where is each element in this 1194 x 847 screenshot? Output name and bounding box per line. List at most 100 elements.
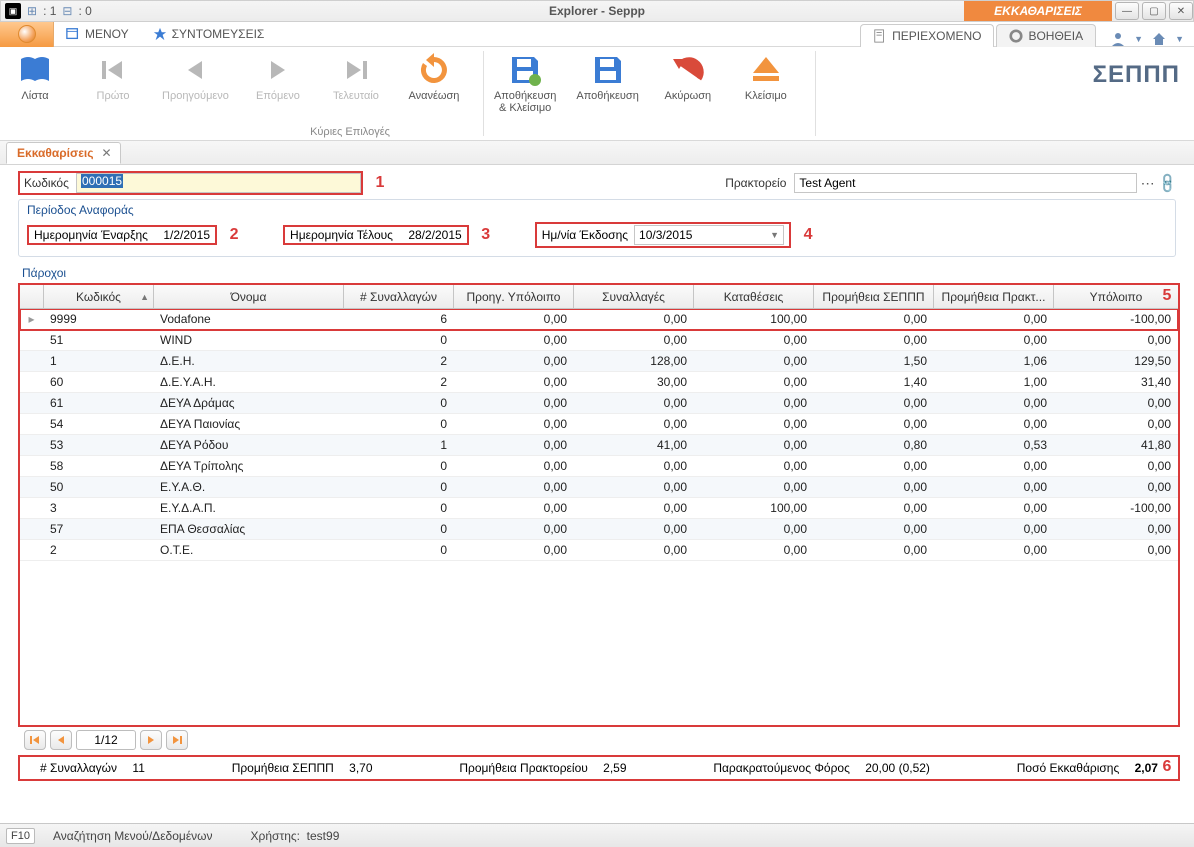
- titlebar: ▣ ⊞ : 1 ⊟ : 0 Explorer - Seppp ΕΚΚΑΘΑΡΙΣ…: [0, 0, 1194, 22]
- table-row[interactable]: 53ΔΕΥΑ Ρόδου10,0041,000,000,800,5341,80: [20, 435, 1178, 456]
- table-row[interactable]: ▸9999Vodafone60,000,00100,000,000,00-100…: [20, 309, 1178, 330]
- issue-date-input[interactable]: 10/3/2015 ▼: [634, 225, 784, 245]
- dropdown-icon[interactable]: ▼: [770, 230, 779, 240]
- grid-header-code[interactable]: Κωδικός▲: [44, 285, 154, 308]
- row-handle[interactable]: [20, 393, 44, 413]
- next-button[interactable]: Επόμενο: [249, 51, 307, 136]
- summary-total-value: 2,07: [1135, 761, 1158, 775]
- table-cell: 0,00: [934, 519, 1054, 539]
- agent-attach-icon[interactable]: 🔗: [1155, 171, 1179, 195]
- table-cell: Δ.Ε.Η.: [154, 351, 344, 371]
- home-icon[interactable]: [1151, 31, 1167, 47]
- pager-last-button[interactable]: [166, 730, 188, 750]
- user-icon[interactable]: [1110, 31, 1126, 47]
- table-cell: 50: [44, 477, 154, 497]
- row-handle[interactable]: [20, 519, 44, 539]
- table-cell: 129,50: [1054, 351, 1178, 371]
- menu-button[interactable]: ΜΕΝΟΥ: [54, 27, 141, 41]
- app-corner-button[interactable]: [0, 22, 54, 47]
- agent-input[interactable]: Test Agent: [794, 173, 1136, 193]
- maximize-button[interactable]: ▢: [1142, 2, 1166, 20]
- minimize-button[interactable]: —: [1115, 2, 1139, 20]
- code-input[interactable]: 000015: [76, 173, 361, 193]
- table-row[interactable]: 60Δ.Ε.Υ.Α.Η.20,0030,000,001,401,0031,40: [20, 372, 1178, 393]
- table-row[interactable]: 58ΔΕΥΑ Τρίπολης00,000,000,000,000,000,00: [20, 456, 1178, 477]
- table-row[interactable]: 2Ο.Τ.Ε.00,000,000,000,000,000,00: [20, 540, 1178, 561]
- grid-header-prev[interactable]: Προηγ. Υπόλοιπο: [454, 285, 574, 308]
- list-label: Λίστα: [21, 90, 48, 102]
- grid-header-trans[interactable]: Συναλλαγές: [574, 285, 694, 308]
- prev-button[interactable]: Προηγούμενο: [162, 51, 229, 136]
- row-handle[interactable]: [20, 330, 44, 350]
- qa-count-1: : 1: [43, 4, 56, 18]
- table-row[interactable]: 50Ε.Υ.Α.Θ.00,000,000,000,000,000,00: [20, 477, 1178, 498]
- summary-tax-label: Παρακρατούμενος Φόρος: [713, 761, 850, 775]
- user-dropdown-icon[interactable]: ▼: [1134, 34, 1143, 44]
- row-handle[interactable]: [20, 456, 44, 476]
- table-row[interactable]: 54ΔΕΥΑ Παιονίας00,000,000,000,000,000,00: [20, 414, 1178, 435]
- tab-content[interactable]: ΠΕΡΙΕΧΟΜΕΝΟ: [860, 24, 994, 47]
- table-cell: 100,00: [694, 309, 814, 329]
- start-date-value[interactable]: 1/2/2015: [163, 228, 210, 242]
- refresh-button[interactable]: Ανανέωση: [405, 51, 463, 136]
- table-cell: 2: [344, 351, 454, 371]
- row-handle[interactable]: [20, 351, 44, 371]
- grid-header-dep[interactable]: Καταθέσεις: [694, 285, 814, 308]
- titlebar-tab-clearings[interactable]: ΕΚΚΑΘΑΡΙΣΕΙΣ: [964, 1, 1112, 21]
- grid-header-name[interactable]: Όνομα: [154, 285, 344, 308]
- first-button[interactable]: Πρώτο: [84, 51, 142, 136]
- table-row[interactable]: 51WIND00,000,000,000,000,000,00: [20, 330, 1178, 351]
- table-cell: 0,00: [454, 372, 574, 392]
- table-cell: Ε.Υ.Δ.Α.Π.: [154, 498, 344, 518]
- table-cell: 0,53: [934, 435, 1054, 455]
- grid-header-fee-seppp[interactable]: Προμήθεια ΣΕΠΠΠ: [814, 285, 934, 308]
- save-icon: [591, 53, 625, 87]
- save-close-button[interactable]: Αποθήκευση & Κλείσιμο: [494, 51, 556, 136]
- table-cell: -100,00: [1054, 498, 1178, 518]
- pager-next-button[interactable]: [140, 730, 162, 750]
- table-cell: 9999: [44, 309, 154, 329]
- grid-header-count[interactable]: # Συναλλαγών: [344, 285, 454, 308]
- close-tab-icon[interactable]: ✕: [101, 146, 111, 160]
- agent-lookup-button[interactable]: ⋯: [1141, 175, 1155, 192]
- home-dropdown-icon[interactable]: ▼: [1175, 34, 1184, 44]
- row-handle[interactable]: [20, 498, 44, 518]
- shortcuts-button[interactable]: ΣΥΝΤΟΜΕΥΣΕΙΣ: [141, 27, 277, 41]
- document-tab-clearings[interactable]: Εκκαθαρίσεις ✕: [6, 142, 121, 164]
- pager-text[interactable]: 1/12: [76, 730, 136, 750]
- row-handle[interactable]: [20, 414, 44, 434]
- table-cell: 0,00: [934, 309, 1054, 329]
- tab-help[interactable]: ΒΟΗΘΕΙΑ: [996, 24, 1096, 47]
- grid-body[interactable]: ▸9999Vodafone60,000,00100,000,000,00-100…: [20, 309, 1178, 725]
- row-handle[interactable]: [20, 435, 44, 455]
- status-search-hint[interactable]: Αναζήτηση Μενού/Δεδομένων: [53, 829, 213, 843]
- pager-prev-button[interactable]: [50, 730, 72, 750]
- table-row[interactable]: 57ΕΠΑ Θεσσαλίας00,000,000,000,000,000,00: [20, 519, 1178, 540]
- table-row[interactable]: 1Δ.Ε.Η.20,00128,000,001,501,06129,50: [20, 351, 1178, 372]
- pager-first-button[interactable]: [24, 730, 46, 750]
- save-button[interactable]: Αποθήκευση: [576, 51, 638, 136]
- close-window-button[interactable]: ✕: [1169, 2, 1193, 20]
- close-button[interactable]: Κλείσιμο: [737, 51, 795, 136]
- row-handle[interactable]: [20, 477, 44, 497]
- row-handle[interactable]: ▸: [20, 309, 44, 329]
- table-row[interactable]: 3Ε.Υ.Δ.Α.Π.00,000,00100,000,000,00-100,0…: [20, 498, 1178, 519]
- start-date-cell: Ημερομηνία Έναρξης 1/2/2015: [27, 225, 217, 245]
- last-button[interactable]: Τελευταίο: [327, 51, 385, 136]
- table-cell: 0,00: [1054, 456, 1178, 476]
- row-handle[interactable]: [20, 372, 44, 392]
- list-button[interactable]: Λίστα: [6, 51, 64, 136]
- end-date-value[interactable]: 28/2/2015: [408, 228, 461, 242]
- table-cell: 1: [344, 435, 454, 455]
- cancel-button[interactable]: Ακύρωση: [659, 51, 717, 136]
- summary-count-value: 11: [132, 761, 144, 775]
- row-handle[interactable]: [20, 540, 44, 560]
- table-row[interactable]: 61ΔΕΥΑ Δράμας00,000,000,000,000,000,00: [20, 393, 1178, 414]
- table-cell: 0,00: [1054, 477, 1178, 497]
- grid-header-fee-agent[interactable]: Προμήθεια Πρακτ...: [934, 285, 1054, 308]
- table-cell: 0,80: [814, 435, 934, 455]
- table-cell: 57: [44, 519, 154, 539]
- table-cell: ΔΕΥΑ Δράμας: [154, 393, 344, 413]
- table-cell: 0,00: [934, 477, 1054, 497]
- table-cell: 0,00: [574, 309, 694, 329]
